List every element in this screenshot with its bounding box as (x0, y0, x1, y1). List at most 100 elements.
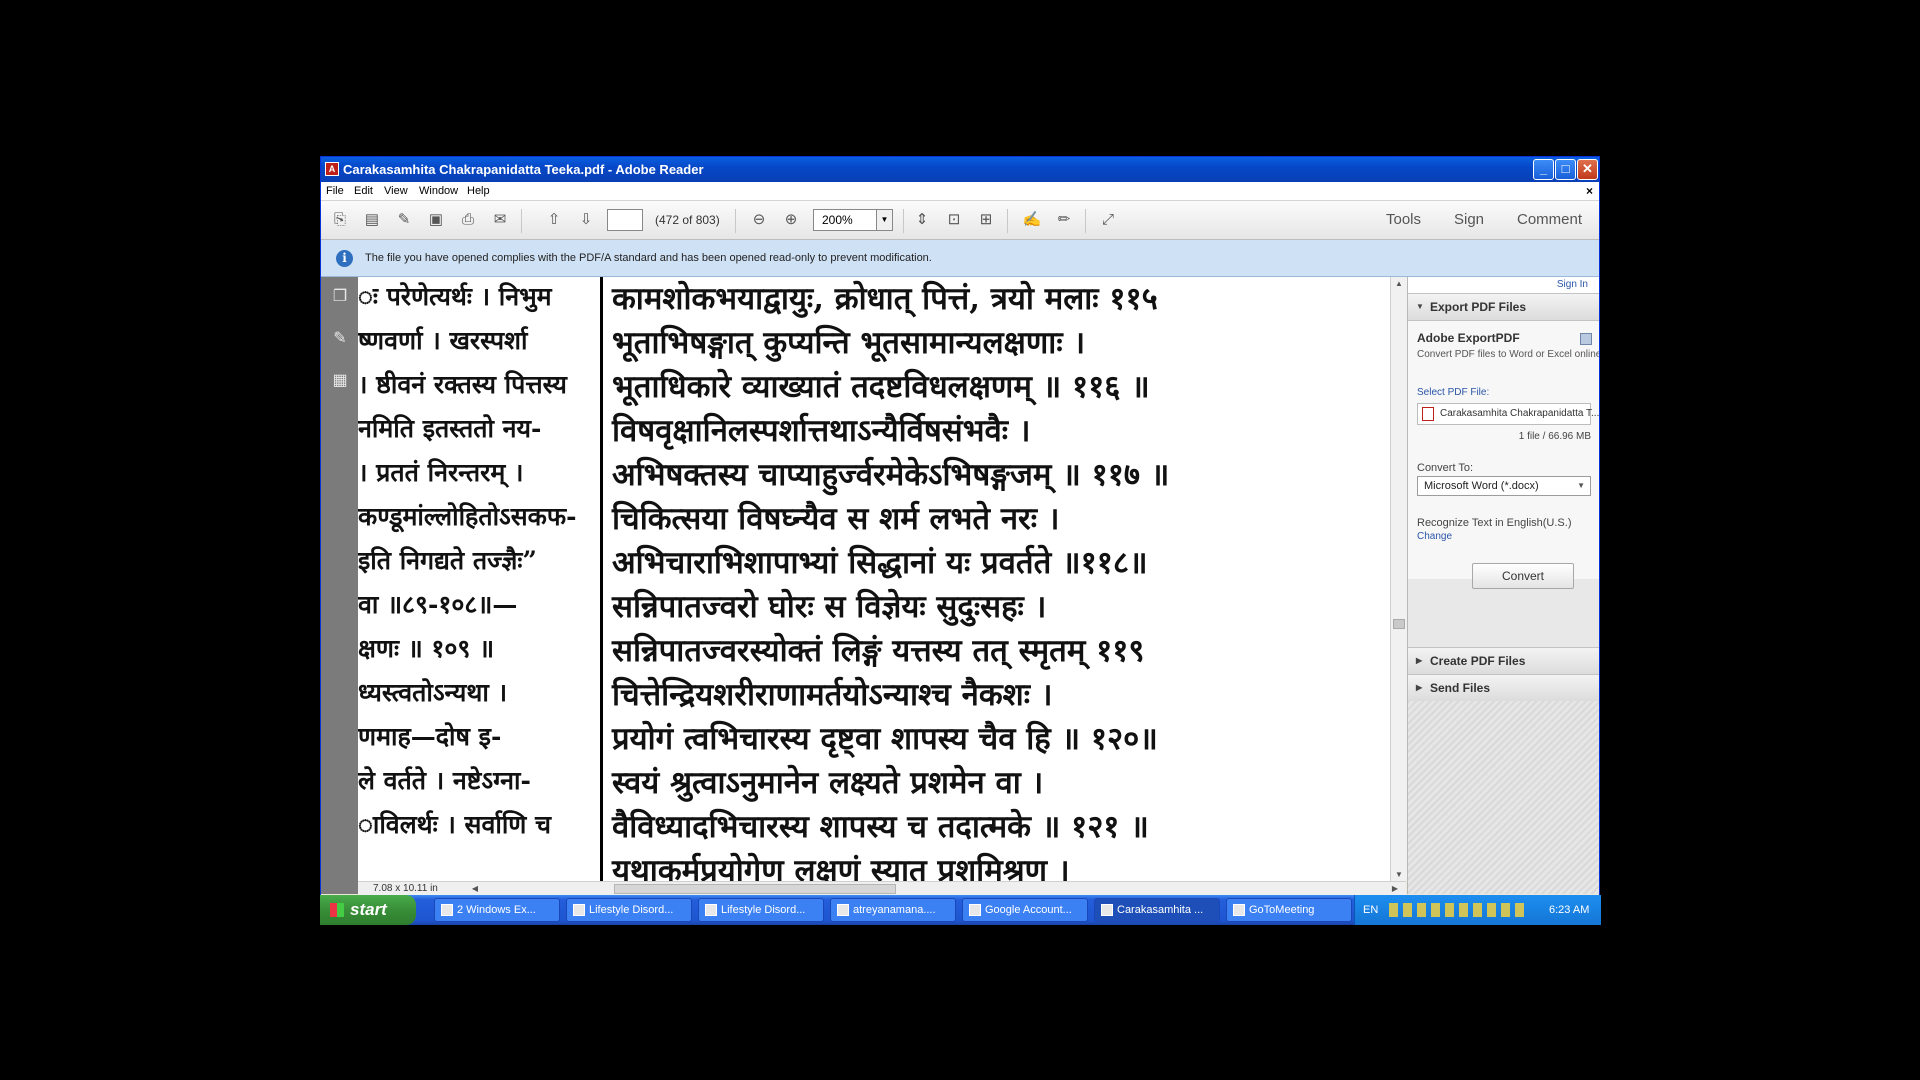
document-close-icon[interactable]: × (1586, 182, 1593, 200)
left-line: ः परेणेत्यर्थः । निभुम (358, 282, 552, 311)
signatures-icon[interactable]: ▦ (330, 371, 350, 391)
language-indicator[interactable]: EN (1363, 895, 1378, 925)
file-info: 1 file / 66.96 MB (1518, 431, 1591, 442)
document-view[interactable]: ः परेणेत्यर्थः । निभुम ष्णवर्णा । खरस्पर… (358, 277, 1390, 894)
taskbar-item[interactable]: Google Account... (962, 898, 1088, 922)
toolbar-divider (903, 209, 904, 233)
toolbar-divider (735, 209, 736, 233)
zoom-out-icon[interactable]: ⊖ (748, 210, 770, 230)
verse-line: चिकित्सया विषघ्न्यैव स शर्म लभते नरः । (612, 501, 1060, 537)
chevron-down-icon: ▼ (1577, 481, 1585, 490)
open-icon[interactable]: ▤ (361, 210, 383, 230)
taskbar-item[interactable]: Lifestyle Disord... (698, 898, 824, 922)
create-pdf-header[interactable]: ▶ Create PDF Files (1408, 647, 1599, 675)
verse-line: स्वयं श्रुत्वाऽनुमानेन लक्ष्यते प्रशमेन … (612, 765, 1044, 801)
pdf-app-icon: A (325, 162, 339, 176)
fit-width-icon[interactable]: ⊡ (943, 210, 965, 230)
verse-line: सन्निपातज्वरस्योक्तं लिङ्गं यत्तस्य तत् … (612, 633, 1145, 669)
create-icon[interactable]: ⎘ (329, 210, 351, 230)
left-line: ाविलर्थः । सर्वाणि च (358, 810, 551, 839)
left-line: क्षणः ॥ १०९ ॥ (358, 634, 495, 663)
convert-format-value: Microsoft Word (*.docx) (1424, 480, 1539, 492)
sign-button[interactable]: Sign (1454, 201, 1484, 239)
highlight-icon[interactable]: ✏ (1053, 210, 1075, 230)
verse-line: चित्तेन्द्रियशरीराणामर्तयोऽन्याश्च नैकशः… (612, 677, 1053, 713)
close-button[interactable]: ✕ (1577, 159, 1598, 180)
fit-page-icon[interactable]: ⇕ (911, 210, 933, 230)
taskbar-item[interactable]: GoToMeeting (1226, 898, 1352, 922)
verse-line: अभिषक्तस्य चाप्याहुर्ज्वरमेकेऽभिषङ्गजम् … (612, 457, 1170, 493)
scroll-down-icon[interactable]: ▼ (1391, 868, 1407, 882)
taskbar-item-label: Lifestyle Disord... (721, 904, 806, 916)
scroll-up-icon[interactable]: ▲ (1391, 277, 1407, 291)
pdf-file-icon (1422, 407, 1434, 421)
tools-pane-empty-area (1408, 701, 1599, 894)
left-line: । ष्ठीवनं रक्तस्य पित्तस्य (358, 370, 567, 399)
left-line: ष्णवर्णा । खरस्पर्शा (358, 326, 528, 355)
export-pdf-header[interactable]: ▼ Export PDF Files (1408, 293, 1599, 321)
menu-edit[interactable]: Edit (354, 182, 373, 200)
taskbar-item[interactable]: 2 Windows Ex... (434, 898, 560, 922)
send-files-header[interactable]: ▶ Send Files (1408, 674, 1599, 702)
tools-pane: Sign In ▼ Export PDF Files Adobe ExportP… (1407, 277, 1599, 894)
change-language-link[interactable]: Change (1417, 531, 1452, 542)
print-icon[interactable]: ⎙ (457, 210, 479, 230)
tools-button[interactable]: Tools (1386, 201, 1421, 239)
vertical-scroll-thumb[interactable] (1393, 619, 1405, 629)
minimize-button[interactable]: _ (1533, 159, 1554, 180)
taskbar-item-active[interactable]: Carakasamhita ... (1094, 898, 1220, 922)
full-screen-icon[interactable]: ⊞ (975, 210, 997, 230)
window-title: Carakasamhita Chakrapanidatta Teeka.pdf … (343, 162, 704, 177)
menu-view[interactable]: View (384, 182, 408, 200)
export-pdf-title: Export PDF Files (1430, 300, 1527, 314)
sign-in-link[interactable]: Sign In (1557, 277, 1588, 293)
export-service-icon (1580, 333, 1592, 345)
edit-icon[interactable]: ✎ (393, 210, 415, 230)
convert-button[interactable]: Convert (1472, 563, 1574, 589)
scroll-right-icon[interactable]: ▶ (1388, 882, 1402, 896)
start-button[interactable]: start (320, 895, 416, 925)
zoom-dropdown-icon[interactable]: ▼ (877, 209, 893, 231)
browser-icon (969, 904, 981, 916)
attachments-icon[interactable]: ✎ (330, 329, 350, 349)
document-icon (573, 904, 585, 916)
menu-help[interactable]: Help (467, 182, 490, 200)
verse-line: वैविध्यादभिचारस्य शापस्य च तदात्मके ॥ १२… (612, 809, 1149, 845)
page-number-input[interactable] (607, 209, 643, 231)
taskbar-item[interactable]: atreyanamana.... (830, 898, 956, 922)
horizontal-scroll-thumb[interactable] (614, 884, 896, 894)
collapsed-triangle-icon: ▶ (1416, 683, 1423, 692)
maximize-button[interactable]: □ (1555, 159, 1576, 180)
zoom-in-icon[interactable]: ⊕ (780, 210, 802, 230)
taskbar-item[interactable]: Lifestyle Disord... (566, 898, 692, 922)
left-text-column: ः परेणेत्यर्थः । निभुम ष्णवर्णा । खरस्पर… (358, 277, 598, 882)
start-label: start (350, 900, 387, 919)
taskbar-item-label: Carakasamhita ... (1117, 904, 1204, 916)
folder-icon (441, 904, 453, 916)
menu-file[interactable]: File (326, 182, 344, 200)
menu-window[interactable]: Window (419, 182, 458, 200)
tray-icons[interactable] (1389, 903, 1529, 917)
navigation-pane: ❐ ✎ ▦ (321, 277, 358, 894)
left-line: णमाह—दोष इ- (358, 722, 502, 751)
left-line: नमिति इतस्ततो नय- (358, 414, 542, 443)
previous-page-icon[interactable]: ⇧ (543, 210, 565, 230)
document-icon (837, 904, 849, 916)
page-thumbnails-icon[interactable]: ❐ (330, 287, 350, 307)
title-bar[interactable]: A Carakasamhita Chakrapanidatta Teeka.pd… (321, 157, 1599, 182)
convert-format-select[interactable]: Microsoft Word (*.docx) ▼ (1417, 476, 1591, 496)
save-icon[interactable]: ▣ (425, 210, 447, 230)
left-line: कण्डूमांल्लोहितोऽसकफ- (358, 502, 577, 531)
horizontal-scrollbar[interactable]: 7.08 x 10.11 in ◀ ▶ (358, 881, 1406, 896)
next-page-icon[interactable]: ⇩ (575, 210, 597, 230)
zoom-level-input[interactable]: 200% (813, 209, 877, 231)
taskbar-item-label: GoToMeeting (1249, 904, 1315, 916)
vertical-scrollbar[interactable]: ▲ ▼ (1390, 277, 1407, 882)
comment-button[interactable]: Comment (1517, 201, 1582, 239)
read-mode-icon[interactable]: ⤢ (1097, 210, 1119, 230)
sticky-note-icon[interactable]: ✍ (1021, 210, 1043, 230)
email-icon[interactable]: ✉ (489, 210, 511, 230)
verse-line: विषवृक्षानिलस्पर्शात्तथाऽन्यैर्विषसंभवैः… (612, 413, 1031, 449)
scroll-left-icon[interactable]: ◀ (468, 882, 482, 896)
selected-file-field[interactable]: Carakasamhita Chakrapanidatta T... (1417, 403, 1599, 425)
